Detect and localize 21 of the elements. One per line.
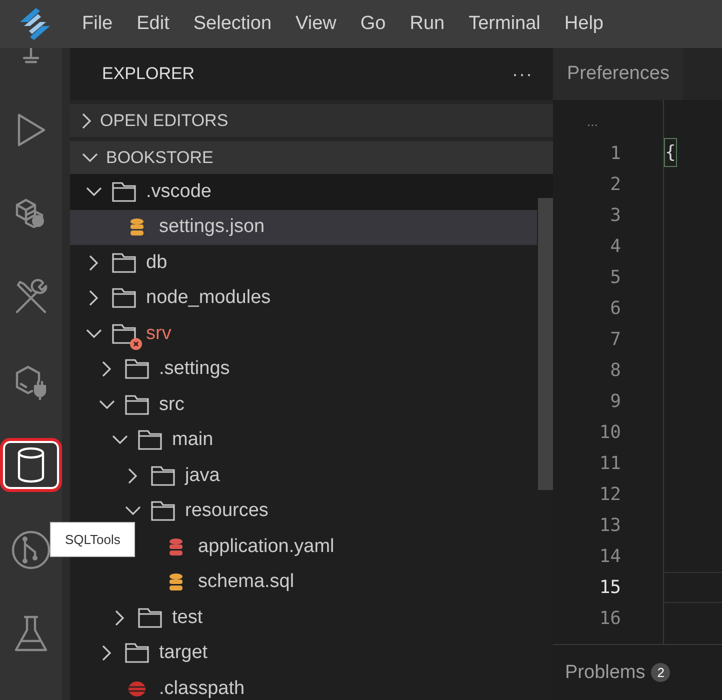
- line-number: 16: [599, 607, 622, 631]
- line-number: 14: [599, 545, 622, 569]
- line-number: 13: [599, 514, 622, 538]
- line-number: 8: [610, 359, 622, 383]
- fold-marker: ...: [587, 114, 598, 131]
- line-number: 10: [599, 421, 622, 445]
- line-number: 7: [610, 328, 622, 352]
- explorer-title: EXPLORER: [102, 64, 195, 84]
- line-number: 15: [599, 576, 622, 600]
- line-number: 6: [610, 297, 622, 321]
- line-number: 12: [599, 483, 622, 507]
- line-number: 4: [610, 235, 622, 259]
- count-badge: 2: [651, 663, 670, 682]
- line-number: 3: [610, 204, 622, 228]
- line-number: 2: [610, 173, 622, 197]
- code-text: {: [664, 138, 677, 167]
- line-number: 1: [610, 142, 622, 166]
- line-number: 5: [610, 266, 622, 290]
- line-number: 11: [599, 452, 622, 476]
- line-number: 9: [610, 390, 622, 414]
- tooltip: SQLTools: [50, 522, 136, 557]
